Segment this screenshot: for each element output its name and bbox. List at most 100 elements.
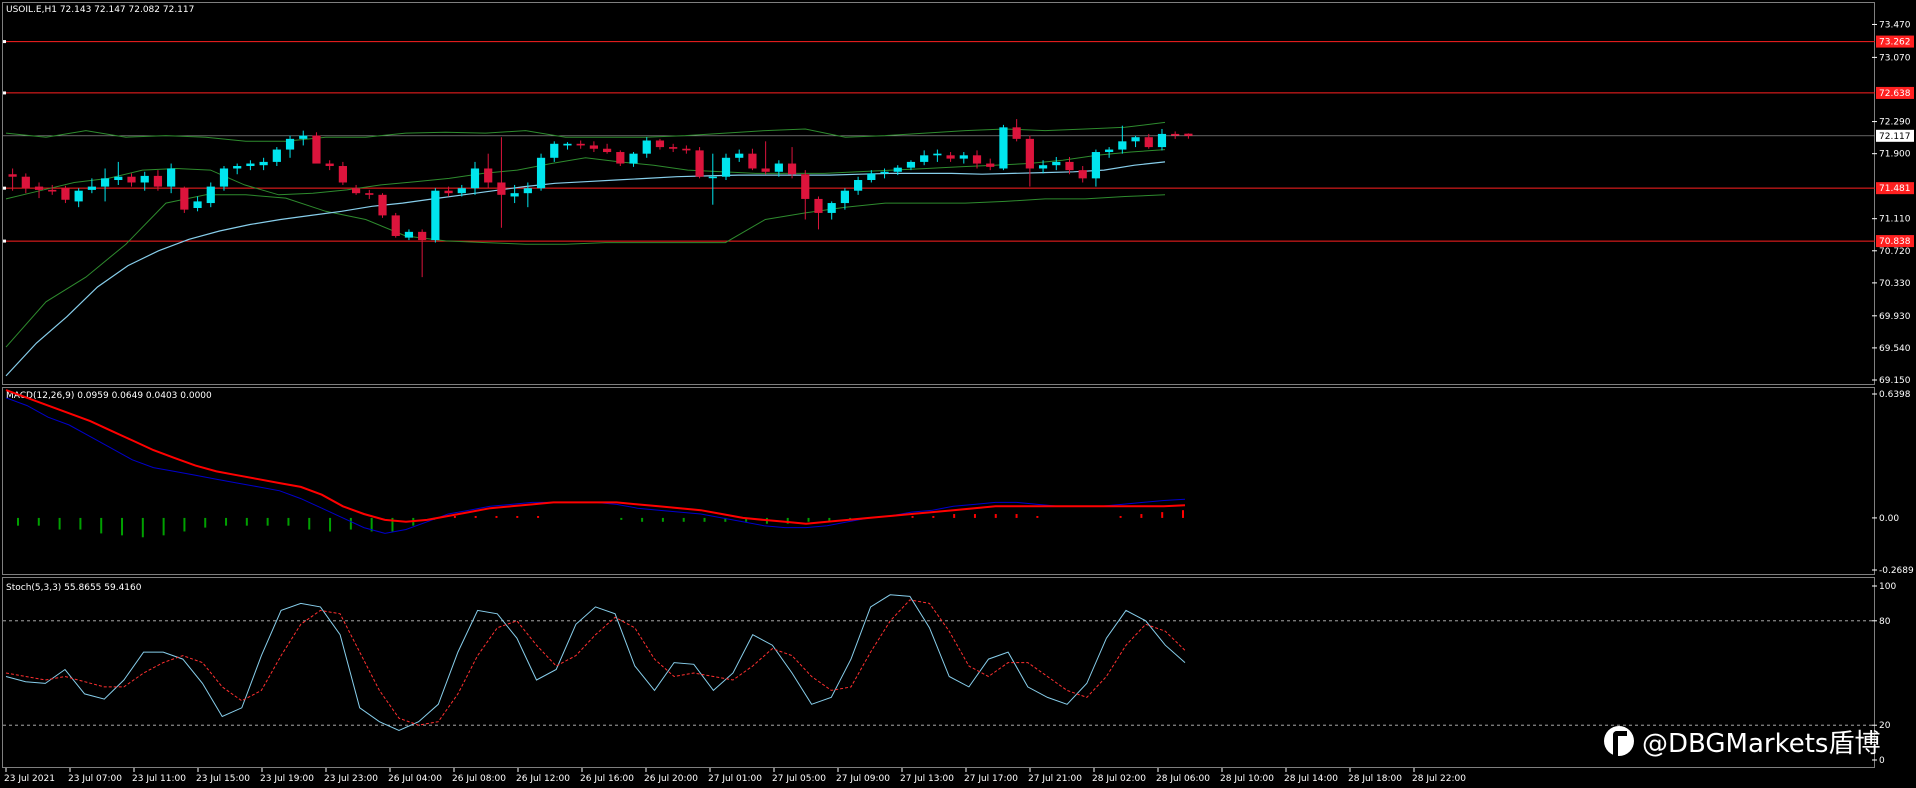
bearish-candle (669, 147, 678, 149)
bearish-candle (8, 174, 17, 177)
bullish-candle (854, 180, 863, 191)
bullish-candle (1091, 152, 1101, 179)
bullish-candle (431, 190, 440, 241)
bearish-candle (378, 194, 387, 216)
bullish-candle (959, 155, 968, 159)
macd-panel-frame (2, 387, 1875, 575)
time-tick-label: 28 Jul 10:00 (1220, 774, 1274, 784)
bullish-candle (457, 188, 466, 194)
bearish-candle (1012, 127, 1021, 139)
bearish-candle (655, 140, 665, 148)
macd-tick-label: -0.2689 (1879, 566, 1914, 576)
bearish-candle (787, 163, 797, 175)
time-tick-label: 26 Jul 20:00 (644, 774, 698, 784)
bearish-candle (484, 168, 493, 183)
price-tick-label: 71.900 (1879, 150, 1911, 160)
main-panel: USOIL.E,H1 72.143 72.147 72.082 72.117 7… (2, 2, 1914, 386)
time-tick-label: 28 Jul 06:00 (1156, 774, 1210, 784)
stoch-tick-label: 80 (1879, 617, 1891, 627)
bullish-candle (246, 163, 255, 167)
bollinger-upper-band (5, 121, 1166, 142)
time-tick-label: 27 Jul 09:00 (836, 774, 890, 784)
time-tick-label: 23 Jul 11:00 (132, 774, 186, 784)
price-tick-label: 72.290 (1879, 118, 1911, 128)
bearish-candle (497, 182, 506, 195)
bearish-candle (127, 176, 136, 183)
level-marker (3, 40, 6, 44)
bearish-candle (365, 193, 374, 195)
bullish-candle (259, 161, 268, 166)
macd-panel-title: MACD(12,26,9) 0.0959 0.0649 0.0403 0.000… (6, 391, 212, 401)
time-tick-label: 26 Jul 04:00 (388, 774, 442, 784)
bullish-candle (74, 190, 83, 202)
bullish-candle (206, 186, 215, 204)
price-tick-label: 73.470 (1879, 20, 1911, 30)
price-box-label: 71.481 (1879, 184, 1911, 194)
level-marker (3, 186, 6, 190)
bearish-candle (748, 153, 757, 169)
bearish-candle (153, 175, 163, 187)
stoch-signal-line (5, 599, 1186, 726)
bearish-candle (391, 215, 400, 236)
macd-tick-label: 0.6398 (1879, 390, 1911, 400)
time-tick-label: 27 Jul 13:00 (900, 774, 954, 784)
bullish-candle (285, 138, 295, 150)
bearish-candle (946, 155, 955, 159)
bullish-candle (510, 193, 519, 197)
macd-tick-label: 0.00 (1879, 514, 1899, 524)
bearish-candle (589, 145, 598, 149)
bullish-candle (550, 143, 559, 158)
bullish-candle (999, 127, 1008, 169)
bullish-candle (523, 188, 532, 194)
time-tick-label: 23 Jul 19:00 (260, 774, 314, 784)
bullish-candle (880, 171, 889, 174)
main-panel-title: USOIL.E,H1 72.143 72.147 72.082 72.117 (6, 5, 194, 15)
bullish-candle (708, 176, 717, 179)
bearish-candle (814, 198, 823, 213)
bearish-candle (34, 186, 44, 190)
bearish-candle (695, 150, 704, 177)
bearish-candle (986, 163, 995, 167)
bearish-candle (1144, 137, 1153, 148)
bullish-candle (933, 153, 942, 156)
trading-chart: USOIL.E,H1 72.143 72.147 72.082 72.117 7… (2, 2, 1914, 784)
time-tick-label: 23 Jul 23:00 (324, 774, 378, 784)
bullish-candle (100, 178, 110, 187)
weibo-logo-icon (1604, 726, 1634, 756)
price-tick-label: 69.540 (1879, 344, 1911, 354)
bullish-candle (840, 190, 850, 204)
bearish-candle (312, 135, 321, 164)
level-marker (3, 91, 6, 95)
bullish-candle (774, 163, 783, 172)
time-tick-label: 23 Jul 15:00 (196, 774, 250, 784)
bearish-candle (1078, 170, 1087, 179)
bullish-candle (735, 153, 744, 158)
watermark: @DBGMarkets盾博 (1604, 723, 1904, 759)
level-marker (3, 239, 6, 243)
bullish-candle (920, 155, 929, 162)
bullish-candle (470, 168, 480, 189)
price-box-label: 73.262 (1879, 38, 1911, 48)
time-tick-label: 23 Jul 07:00 (68, 774, 122, 784)
time-tick-label: 23 Jul 2021 (4, 774, 55, 784)
bullish-candle (563, 143, 572, 146)
bullish-candle (906, 161, 916, 168)
time-tick-label: 28 Jul 18:00 (1348, 774, 1402, 784)
price-box-label: 70.838 (1879, 237, 1911, 247)
bearish-candle (616, 152, 625, 164)
price-box-label: 72.638 (1879, 89, 1911, 99)
bullish-candle (642, 140, 651, 154)
time-tick-label: 26 Jul 08:00 (452, 774, 506, 784)
bearish-candle (576, 143, 585, 146)
bullish-candle (404, 231, 414, 238)
bullish-candle (721, 157, 731, 177)
time-tick-label: 27 Jul 17:00 (964, 774, 1018, 784)
bullish-candle (299, 135, 308, 139)
price-tick-label: 73.070 (1879, 53, 1911, 63)
bearish-candle (801, 174, 810, 199)
bearish-candle (351, 188, 361, 194)
stoch-panel-frame (2, 577, 1875, 768)
macd-signal-line (5, 389, 1186, 525)
time-tick-label: 28 Jul 02:00 (1092, 774, 1146, 784)
bullish-candle (219, 168, 229, 187)
